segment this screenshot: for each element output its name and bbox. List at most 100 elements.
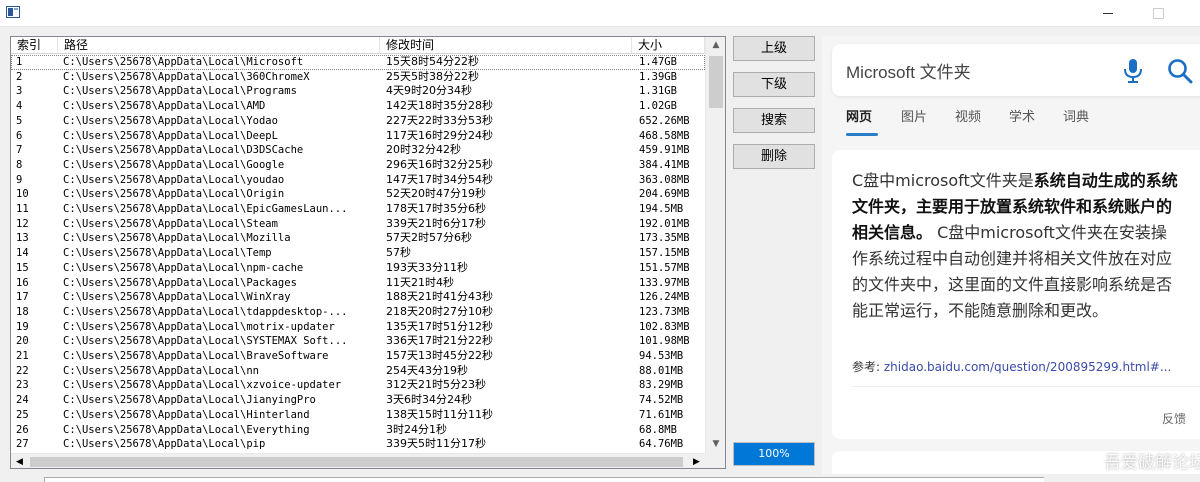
table-row[interactable]: 20 C:\Users\25678\AppData\Local\SYSTEMAX … [11, 334, 705, 349]
parent-folder-button[interactable]: 上级 [733, 36, 815, 61]
maximize-button[interactable] [1135, 0, 1181, 27]
table-row[interactable]: 9 C:\Users\25678\AppData\Local\youdao 147天… [11, 173, 705, 188]
row-path: C:\Users\25678\AppData\Local\Yodao [63, 114, 278, 127]
row-modified: 312天21时5分23秒 [386, 378, 486, 392]
row-modified: 227天22时33分53秒 [386, 113, 493, 127]
row-size: 68.8MB [639, 423, 677, 436]
feedback-link[interactable]: 反馈 [1162, 410, 1186, 427]
row-path: C:\Users\25678\AppData\Local\Hinterland [63, 408, 310, 421]
progress-label: 100% [758, 447, 790, 460]
row-size: 468.58MB [639, 129, 690, 142]
row-path: C:\Users\25678\AppData\Local\Google [63, 158, 285, 171]
row-index: 25 [16, 408, 29, 421]
microphone-icon[interactable] [1122, 58, 1144, 84]
row-size: 204.69MB [639, 188, 690, 201]
column-header-path[interactable]: 路径 [58, 37, 380, 54]
row-modified: 218天20时27分10秒 [386, 304, 493, 318]
row-size: 101.98MB [639, 335, 690, 348]
row-index: 2 [16, 70, 23, 83]
tab-images[interactable]: 图片 [901, 106, 927, 136]
status-bar [0, 474, 1200, 482]
scroll-right-arrow-icon[interactable]: ▶ [688, 454, 705, 468]
search-input[interactable] [846, 58, 1116, 82]
row-size: 192.01MB [639, 217, 690, 230]
row-modified: 296天16时32分25秒 [386, 157, 493, 171]
table-row[interactable]: 17 C:\Users\25678\AppData\Local\WinXray 18… [11, 290, 705, 305]
row-size: 123.73MB [639, 305, 690, 318]
row-path: C:\Users\25678\AppData\Local\motrix-upda… [63, 320, 335, 333]
table-row[interactable]: 8 C:\Users\25678\AppData\Local\Google 296天… [11, 158, 705, 173]
table-row[interactable]: 26 C:\Users\25678\AppData\Local\Everythin… [11, 423, 705, 438]
table-row[interactable]: 13 C:\Users\25678\AppData\Local\Mozilla 57… [11, 231, 705, 246]
table-row[interactable]: 11 C:\Users\25678\AppData\Local\EpicGames… [11, 202, 705, 217]
table-row[interactable]: 10 C:\Users\25678\AppData\Local\Origin 52天… [11, 187, 705, 202]
search-button[interactable]: 搜索 [733, 108, 815, 133]
row-size: 652.26MB [639, 114, 690, 127]
row-index: 19 [16, 320, 29, 333]
row-size: 363.08MB [639, 173, 690, 186]
row-path: C:\Users\25678\AppData\Local\Temp [63, 247, 272, 260]
row-size: 173.35MB [639, 232, 690, 245]
table-row[interactable]: 5 C:\Users\25678\AppData\Local\Yodao 227天2… [11, 114, 705, 129]
table-row[interactable]: 2 C:\Users\25678\AppData\Local\360ChromeX… [11, 70, 705, 85]
column-header-modified[interactable]: 修改时间 [380, 37, 632, 54]
scroll-down-arrow-icon[interactable]: ▼ [706, 436, 725, 453]
tab-web[interactable]: 网页 [846, 106, 878, 136]
table-row[interactable]: 6 C:\Users\25678\AppData\Local\DeepL 117天1… [11, 129, 705, 144]
row-size: 1.47GB [639, 56, 677, 68]
row-path: C:\Users\25678\AppData\Local\pip [63, 438, 266, 451]
column-header-index[interactable]: 索引 [11, 37, 58, 54]
subfolder-button[interactable]: 下级 [733, 72, 815, 97]
folder-list[interactable]: 索引 路径 修改时间 大小 1 C:\Users\25678\AppData\Lo… [10, 36, 726, 469]
row-modified: 135天17时51分12秒 [386, 319, 493, 333]
tab-academic[interactable]: 学术 [1009, 106, 1035, 136]
column-header-size[interactable]: 大小 [632, 37, 705, 54]
table-row[interactable]: 12 C:\Users\25678\AppData\Local\Steam 339天… [11, 217, 705, 232]
app-icon [6, 6, 20, 18]
table-row[interactable]: 24 C:\Users\25678\AppData\Local\JianyingP… [11, 393, 705, 408]
table-row[interactable]: 22 C:\Users\25678\AppData\Local\nn 254天43分… [11, 364, 705, 379]
reference: 参考: zhidao.baidu.com/question/200895299.… [852, 358, 1192, 375]
table-row[interactable]: 21 C:\Users\25678\AppData\Local\BraveSoft… [11, 349, 705, 364]
table-row[interactable]: 23 C:\Users\25678\AppData\Local\xzvoice-u… [11, 378, 705, 393]
row-modified: 117天16时29分24秒 [386, 128, 493, 142]
delete-button[interactable]: 删除 [733, 144, 815, 169]
row-path: C:\Users\25678\AppData\Local\Microsoft [63, 56, 304, 68]
table-row[interactable]: 15 C:\Users\25678\AppData\Local\npm-cache… [11, 261, 705, 276]
row-index: 26 [16, 423, 29, 436]
divider [852, 386, 1200, 387]
tab-dictionary[interactable]: 词典 [1063, 106, 1089, 136]
row-path: C:\Users\25678\AppData\Local\SYSTEMAX So… [63, 335, 348, 348]
row-index: 9 [16, 173, 23, 186]
table-row[interactable]: 16 C:\Users\25678\AppData\Local\Packages 1… [11, 276, 705, 291]
table-row[interactable]: 14 C:\Users\25678\AppData\Local\Temp 57秒 15… [11, 246, 705, 261]
scroll-up-arrow-icon[interactable]: ▲ [706, 37, 725, 54]
horizontal-scroll-thumb[interactable] [30, 457, 683, 467]
row-index: 12 [16, 217, 29, 230]
reference-link[interactable]: zhidao.baidu.com/question/200895299.html… [884, 360, 1171, 374]
table-row[interactable]: 25 C:\Users\25678\AppData\Local\Hinterlan… [11, 408, 705, 423]
row-index: 13 [16, 232, 29, 245]
tab-videos[interactable]: 视频 [955, 106, 981, 136]
table-row[interactable]: 7 C:\Users\25678\AppData\Local\D3DSCache 2… [11, 143, 705, 158]
row-size: 157.15MB [639, 247, 690, 260]
horizontal-scrollbar[interactable]: ◀ ▶ [11, 453, 705, 468]
minimize-button[interactable] [1085, 0, 1131, 27]
scroll-left-arrow-icon[interactable]: ◀ [11, 454, 28, 468]
row-index: 10 [16, 188, 29, 201]
table-row[interactable]: 19 C:\Users\25678\AppData\Local\motrix-up… [11, 320, 705, 335]
search-icon[interactable] [1167, 58, 1193, 84]
table-row[interactable]: 1 C:\Users\25678\AppData\Local\Microsoft 1… [11, 55, 705, 70]
vertical-scrollbar[interactable]: ▲ ▼ [705, 37, 725, 453]
row-modified: 142天18时35分28秒 [386, 99, 493, 113]
table-row[interactable]: 18 C:\Users\25678\AppData\Local\tdappdesk… [11, 305, 705, 320]
row-index: 1 [16, 56, 23, 68]
table-row[interactable]: 3 C:\Users\25678\AppData\Local\Programs 4天… [11, 84, 705, 99]
row-index: 23 [16, 379, 29, 392]
row-size: 133.97MB [639, 276, 690, 289]
row-modified: 52天20时47分19秒 [386, 187, 486, 201]
row-size: 1.39GB [639, 70, 677, 83]
table-row[interactable]: 4 C:\Users\25678\AppData\Local\AMD 142天18时… [11, 99, 705, 114]
table-row[interactable]: 27 C:\Users\25678\AppData\Local\pip 339天5时… [11, 437, 705, 452]
vertical-scroll-thumb[interactable] [709, 56, 723, 108]
